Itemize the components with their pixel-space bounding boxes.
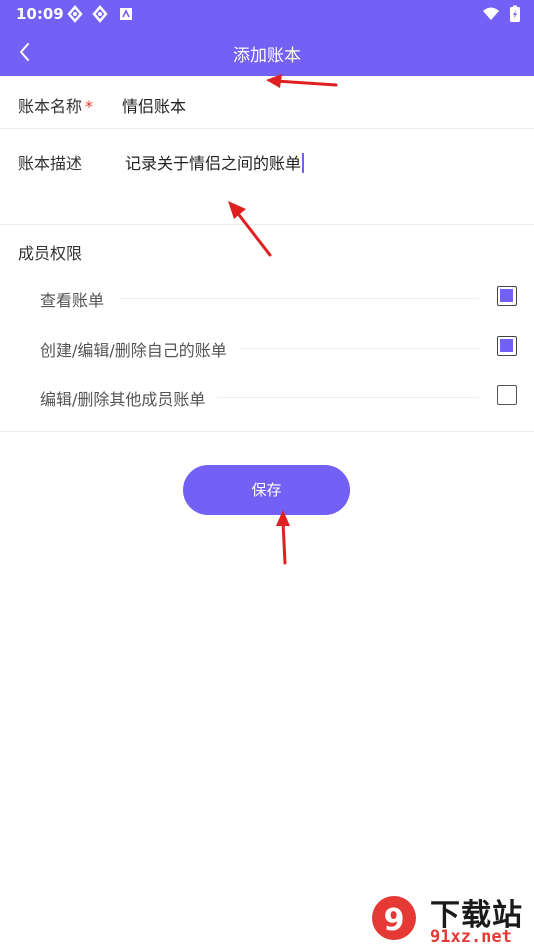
status-bar: 10:09 [0, 0, 534, 28]
annotation-arrow-icon [228, 201, 272, 257]
save-button[interactable]: 保存 [183, 465, 350, 515]
permission-label: 查看账单 [40, 287, 117, 311]
permission-checkbox[interactable] [497, 385, 517, 405]
permission-item[interactable]: 查看账单 [0, 281, 534, 315]
app-bar: 添加账本 [0, 28, 534, 76]
sync-icon [92, 5, 108, 23]
notification-icon [120, 8, 132, 20]
page-title: 添加账本 [233, 46, 301, 66]
ledger-name-input[interactable]: 情侣账本 [122, 93, 186, 117]
permission-item[interactable]: 创建/编辑/删除自己的账单 [0, 331, 534, 365]
permission-checkbox[interactable] [497, 336, 517, 356]
divider [0, 431, 534, 432]
required-mark: * [85, 97, 94, 116]
watermark-url: 91xz.net [430, 927, 512, 947]
permissions-title: 成员权限 [18, 244, 83, 263]
svg-text:9: 9 [384, 903, 405, 938]
permission-item[interactable]: 编辑/删除其他成员账单 [0, 380, 534, 414]
ledger-description-input[interactable]: 记录关于情侣之间的账单 [125, 150, 305, 174]
permission-label: 创建/编辑/删除自己的账单 [40, 337, 239, 361]
permission-label: 编辑/删除其他成员账单 [40, 386, 218, 410]
divider [120, 298, 479, 299]
ledger-name-label: 账本名称 * [18, 97, 94, 116]
sync-icon [67, 5, 83, 23]
text-cursor [302, 153, 305, 173]
wifi-icon [483, 7, 499, 20]
status-time: 10:09 [16, 5, 64, 23]
battery-icon [510, 5, 520, 22]
annotation-arrow-icon [266, 74, 338, 88]
annotation-arrow-icon [276, 510, 290, 565]
ledger-description-label: 账本描述 [18, 154, 83, 173]
permission-checkbox[interactable] [497, 286, 517, 306]
